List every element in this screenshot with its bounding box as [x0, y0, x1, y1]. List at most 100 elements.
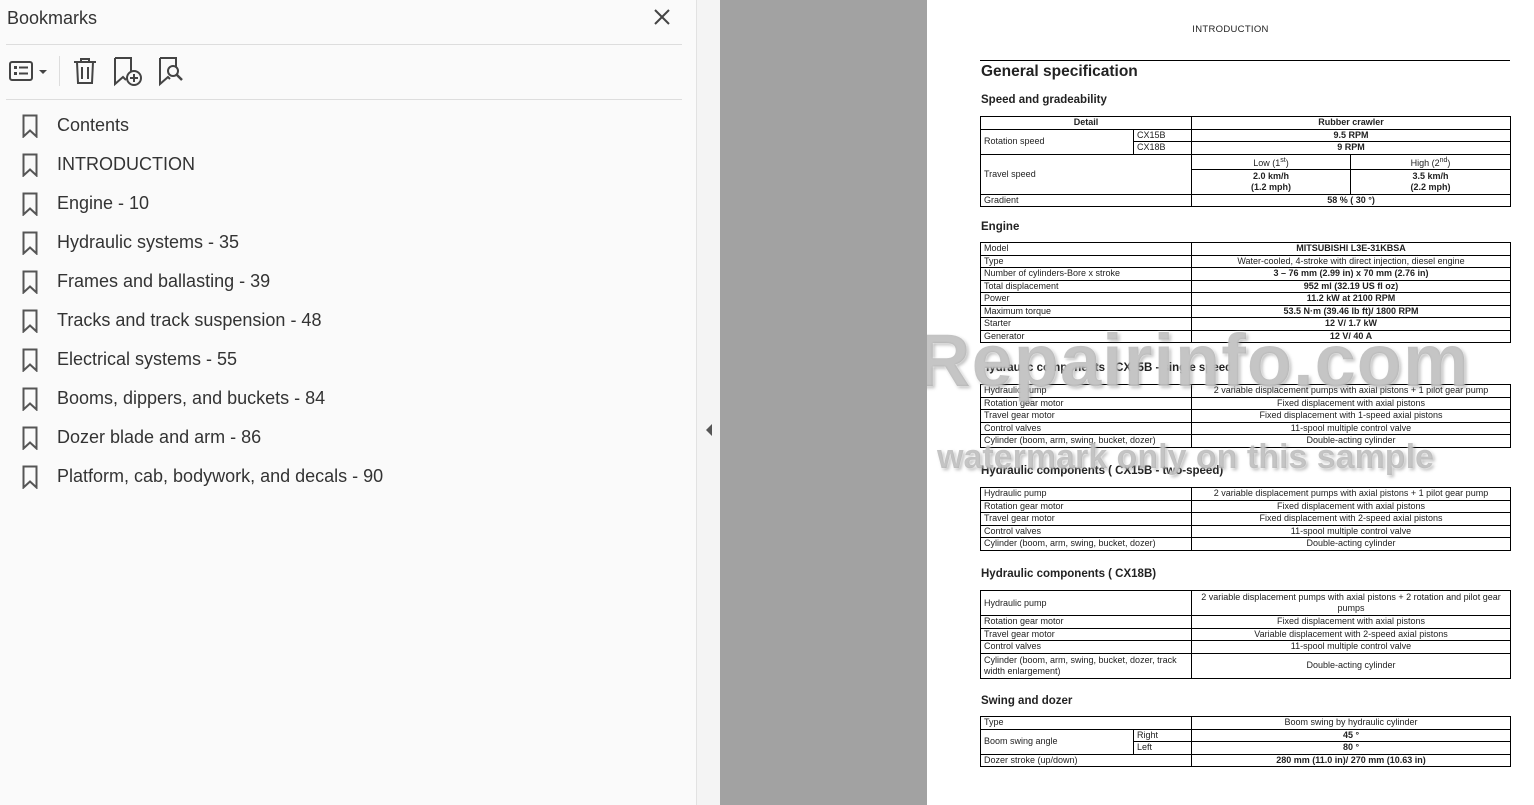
bookmark-item[interactable]: Dozer blade and arm - 86 — [22, 418, 383, 457]
table-row: Control valves 11-spool multiple control … — [980, 421, 1511, 435]
page-title: General specification — [981, 63, 1138, 80]
bookmark-item[interactable]: Platform, cab, bodywork, and decals - 90 — [22, 457, 383, 496]
table-cell: Type — [979, 716, 1193, 730]
table-cell: 9.5 RPM — [1191, 128, 1512, 142]
document-page[interactable]: INTRODUCTION General specification Speed… — [927, 0, 1534, 805]
bookmark-icon — [22, 113, 42, 139]
table-cell: Left — [1132, 741, 1193, 755]
engine-table: Model MITSUBISHI L3E-31KBSA Type Water-cool… — [980, 242, 1511, 343]
title-rule — [980, 60, 1510, 61]
table-cell: Fixed displacement with axial pistons — [1191, 615, 1511, 629]
table-cell: 11-spool multiple control valve — [1191, 524, 1511, 538]
table-row: Rotation gear motor Fixed displacement wi… — [980, 396, 1511, 410]
bookmark-item[interactable]: Electrical systems - 55 — [22, 340, 383, 379]
table-cell: Maximum torque — [980, 304, 1192, 318]
bookmark-icon — [22, 269, 42, 295]
bookmark-item[interactable]: INTRODUCTION — [22, 145, 383, 184]
table-row: Hydraulic pump 2 variable displacement pu… — [980, 384, 1511, 398]
table-cell: 2.0 km/h (1.2 mph) — [1191, 168, 1352, 195]
table-cell: Hydraulic pump — [980, 487, 1192, 501]
bookmark-item[interactable]: Tracks and track suspension - 48 — [22, 301, 383, 340]
trash-icon — [74, 58, 96, 84]
panel-title: Bookmarks — [7, 8, 98, 28]
close-paren: ) — [1285, 157, 1289, 168]
bookmark-label: Contents — [57, 115, 130, 135]
bookmark-add-icon — [114, 57, 142, 87]
table-cell: CX18B — [1132, 141, 1193, 155]
table-cell: Rotation speed — [980, 128, 1134, 155]
table-cell: Rotation gear motor — [980, 615, 1192, 629]
bookmark-label: Dozer blade and arm - 86 — [57, 427, 262, 447]
table-cell: 280 mm (11.0 in)/ 270 mm (10.63 in) — [1191, 753, 1512, 767]
add-bookmark-button[interactable] — [110, 54, 146, 88]
table-row: Total displacement 952 ml (32.19 US fl oz… — [980, 279, 1511, 293]
hydraulic-table-cx18b: Hydraulic pump 2 variable displacement p… — [980, 590, 1511, 679]
hydraulic-table-two-speed: Hydraulic pump 2 variable displacement pu… — [980, 487, 1511, 551]
table-cell: 3 – 76 mm (2.99 in) x 70 mm (2.76 in) — [1191, 267, 1511, 281]
table-cell: 2 variable displacement pumps with axial… — [1191, 487, 1511, 501]
table-cell: Hydraulic pump — [980, 384, 1192, 398]
section-heading: Speed and gradeability — [981, 94, 1107, 106]
bookmark-label: Electrical systems - 55 — [57, 349, 238, 369]
section-heading: Hydraulic components ( CX15B - two-speed… — [981, 465, 1224, 477]
table-cell: 952 ml (32.19 US fl oz) — [1191, 279, 1511, 293]
options-menu-button[interactable] — [6, 54, 52, 88]
bookmark-label: Engine - 10 — [57, 193, 150, 213]
table-header: Rubber crawler — [1191, 116, 1512, 130]
bookmark-item[interactable]: Booms, dippers, and buckets - 84 — [22, 379, 383, 418]
high-gear-label: High (2 — [1410, 157, 1440, 168]
close-panel-button[interactable] — [651, 6, 673, 28]
table-cell: Low (1st) — [1191, 153, 1352, 170]
table-cell: Control valves — [980, 524, 1192, 538]
collapse-panel-button[interactable] — [703, 423, 715, 437]
table-cell: Starter — [980, 317, 1192, 331]
table-cell: 11-spool multiple control valve — [1191, 421, 1511, 435]
close-paren: ) — [1447, 157, 1451, 168]
table-cell: High (2nd) — [1350, 153, 1512, 170]
table-cell: Travel gear motor — [980, 512, 1192, 526]
bookmark-item[interactable]: Contents — [22, 106, 383, 145]
table-cell: Fixed displacement with 1-speed axial pi… — [1191, 409, 1511, 423]
delete-bookmark-button[interactable] — [68, 54, 102, 88]
table-cell: Gradient — [979, 193, 1193, 207]
table-cell: MITSUBISHI L3E-31KBSA — [1191, 242, 1511, 256]
speed-table: Detail Rubber crawler Rotation speed CX1… — [979, 116, 1512, 207]
panel-splitter[interactable] — [697, 0, 720, 805]
bookmarks-panel: Bookmarks Contents INTRODUCTION Engine -… — [0, 0, 697, 805]
section-heading: Engine — [981, 221, 1020, 233]
table-row: Type Water-cooled, 4-stroke with direct i… — [980, 254, 1511, 268]
bookmark-search-icon — [159, 57, 183, 87]
find-bookmark-button[interactable] — [154, 54, 188, 88]
bookmark-item[interactable]: Engine - 10 — [22, 184, 383, 223]
table-cell: Hydraulic pump — [980, 590, 1192, 616]
table-cell: Double-acting cylinder — [1191, 537, 1511, 551]
table-cell: 2 variable displacement pumps with axial… — [1191, 590, 1511, 616]
bookmark-icon — [22, 464, 42, 490]
table-cell: Cylinder (boom, arm, swing, bucket, doze… — [980, 537, 1192, 551]
table-cell: 11.2 kW at 2100 RPM — [1191, 292, 1511, 306]
table-cell: Generator — [980, 329, 1192, 343]
bookmark-icon — [22, 191, 42, 217]
bookmarks-toolbar — [6, 52, 682, 90]
table-cell: 45 ° — [1191, 728, 1512, 742]
table-row: Cylinder (boom, arm, swing, bucket, doze… — [980, 537, 1511, 551]
table-header: Detail — [979, 116, 1193, 130]
toolbar-divider — [6, 99, 682, 100]
table-cell: Double-acting cylinder — [1191, 652, 1511, 679]
section-heading: Hydraulic components ( CX18B) — [981, 568, 1157, 580]
table-cell: CX15B — [1132, 128, 1193, 142]
table-cell: Total displacement — [980, 279, 1192, 293]
table-cell: Right — [1132, 728, 1193, 742]
table-cell: Fixed displacement with axial pistons — [1191, 499, 1511, 513]
bookmark-item[interactable]: Frames and ballasting - 39 — [22, 262, 383, 301]
document-canvas-background — [720, 0, 927, 805]
table-cell: Power — [980, 292, 1192, 306]
bookmark-item[interactable]: Hydraulic systems - 35 — [22, 223, 383, 262]
table-cell: Travel gear motor — [980, 409, 1192, 423]
table-row: Maximum torque 53.5 N·m (39.46 lb ft)/ 18… — [980, 304, 1511, 318]
high-speed-mph: (2.2 mph) — [1410, 181, 1451, 192]
bookmark-label: Platform, cab, bodywork, and decals - 90 — [57, 466, 384, 486]
table-row: Power 11.2 kW at 2100 RPM — [980, 292, 1511, 306]
table-cell: Fixed displacement with axial pistons — [1191, 396, 1511, 410]
table-cell: 58 % ( 30 °) — [1191, 193, 1512, 207]
